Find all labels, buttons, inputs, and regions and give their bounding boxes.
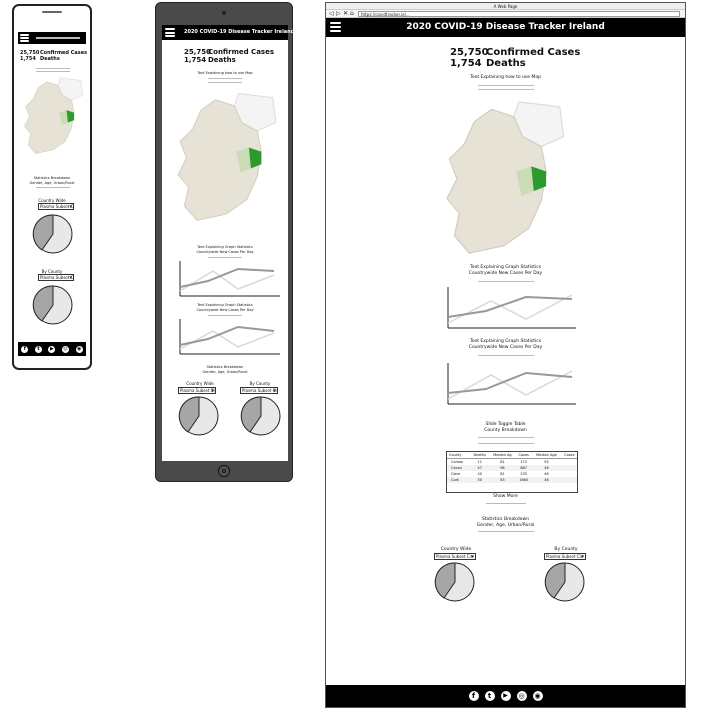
tablet-screen: 2020 COVID-19 Disease Tracker Ireland 25… [162, 25, 294, 461]
browser-titlebar: A Web Page [326, 3, 685, 10]
instagram-icon[interactable]: ◎ [62, 345, 70, 353]
browser-toolbar: ◁ ▷ ✕ ⌂ https://covidtracker.ie/... [326, 10, 685, 18]
country-wide-pie [178, 396, 219, 436]
country-wide-pie [434, 562, 475, 602]
new-cases-line-chart-2 [179, 319, 280, 355]
deaths-label: Deaths [208, 56, 236, 64]
table-cell: 50 [477, 478, 482, 482]
table-cell: 1665 [519, 478, 529, 482]
graph2-caption-line2: Countrywide New Cases Per Day [468, 345, 543, 350]
facebook-icon[interactable]: f [21, 345, 29, 353]
country-wide-label: Country Wide [186, 381, 214, 386]
tablet-home-button[interactable] [218, 465, 230, 477]
desktop-browser: A Web Page ◁ ▷ ✕ ⌂ https://covidtracker.… [325, 2, 686, 708]
phone-mockup: 25,750 1,754 Confirmed Cases Deaths Stat… [12, 4, 92, 370]
close-icon[interactable]: ✕ [343, 10, 348, 18]
deaths-value: 1,754 [184, 56, 207, 64]
web-icon[interactable]: ◉ [532, 691, 543, 701]
graph2-caption-line2: Countrywide New Cases Per Day [196, 307, 254, 312]
phone-title-scribble [36, 37, 80, 39]
instagram-icon[interactable]: ◎ [516, 691, 527, 701]
by-county-pie [32, 285, 73, 325]
new-cases-line-chart-1 [179, 261, 280, 297]
tablet-header: 2020 COVID-19 Disease Tracker Ireland [162, 25, 294, 40]
by-county-label: By County [554, 547, 578, 552]
country-wide-select[interactable]: Plasma Subset Cit [178, 387, 216, 394]
by-county-label: By County [249, 381, 271, 386]
ireland-map[interactable] [22, 72, 84, 162]
menu-icon[interactable] [165, 28, 175, 37]
new-cases-line-chart-2 [447, 363, 576, 405]
phone-speaker [42, 11, 62, 13]
county-table: County Deaths Median Ag Cases Median Age… [446, 451, 578, 493]
new-cases-line-chart-1 [447, 287, 576, 329]
tablet-title: 2020 COVID-19 Disease Tracker Ireland [184, 29, 295, 35]
breakdown-caption-line2: Gender, Age, Urban/Rural [476, 523, 535, 528]
deaths-value: 1,754 [450, 58, 482, 69]
home-icon[interactable]: ⌂ [350, 10, 354, 18]
site-header: 2020 COVID-19 Disease Tracker Ireland [326, 18, 685, 37]
page-title: 2020 COVID-19 Disease Tracker Ireland [406, 22, 605, 32]
country-wide-select[interactable]: Plasma Subset Cit [38, 203, 74, 210]
map-caption: Text Explaining how to use Map [470, 75, 541, 80]
country-wide-select[interactable]: Plasma Subset Cit [434, 553, 476, 560]
country-wide-pie [32, 214, 73, 254]
confirmed-value: 25,750 [184, 48, 212, 56]
table-cell: 46 [544, 478, 549, 482]
site-footer: f t ▶ ◎ ◉ [326, 685, 685, 707]
ireland-map[interactable] [174, 87, 278, 231]
map-caption: Text Explaining how to use Map [197, 71, 253, 75]
table-caption-line2: County Breakdown [484, 428, 527, 433]
by-county-select[interactable]: Plasma Subset Cit [240, 387, 278, 394]
confirmed-label: Confirmed Cases [208, 48, 275, 56]
table-cell: 83 [500, 478, 505, 482]
by-county-pie [544, 562, 585, 602]
confirmed-label: Confirmed Cases [486, 47, 581, 58]
back-icon[interactable]: ◁ [329, 10, 334, 18]
ireland-map[interactable] [442, 99, 566, 261]
breakdown-caption-line2: Gender, Age, Urban/Rural [202, 369, 248, 374]
twitter-icon[interactable]: t [34, 345, 42, 353]
youtube-icon[interactable]: ▶ [48, 345, 56, 353]
url-bar[interactable]: https://covidtracker.ie/... [358, 11, 680, 17]
by-county-select[interactable]: Plasma Subset Cit [38, 274, 74, 281]
youtube-icon[interactable]: ▶ [500, 691, 511, 701]
deaths-label: Deaths [40, 56, 60, 62]
by-county-pie [240, 396, 281, 436]
confirmed-value: 25,750 [450, 47, 489, 58]
facebook-icon[interactable]: f [468, 691, 479, 701]
table-cell: Cork [451, 478, 460, 482]
table-row[interactable]: Cork 50 83 1665 46 [447, 477, 577, 483]
breakdown-caption-line2: Gender, Age, Urban/Rural [29, 180, 75, 185]
tablet-mockup: 2020 COVID-19 Disease Tracker Ireland 25… [155, 2, 294, 482]
menu-icon[interactable] [20, 34, 29, 42]
twitter-icon[interactable]: t [484, 691, 495, 701]
graph1-caption-line2: Countrywide New Cases Per Day [196, 249, 254, 254]
by-county-select[interactable]: Plasma Subset Cit [544, 553, 586, 560]
deaths-value: 1,754 [20, 56, 36, 62]
graph1-caption-line2: Countrywide New Cases Per Day [468, 271, 543, 276]
show-more-link[interactable]: Show More [326, 494, 685, 499]
phone-header [18, 32, 86, 44]
country-wide-label: Country Wide [440, 547, 472, 552]
forward-icon[interactable]: ▷ [336, 10, 341, 18]
tablet-camera [222, 11, 226, 15]
web-icon[interactable]: ◉ [75, 345, 83, 353]
deaths-label: Deaths [486, 58, 526, 69]
window-title: A Web Page [493, 4, 518, 9]
phone-footer: f t ▶ ◎ ◉ [18, 342, 86, 356]
